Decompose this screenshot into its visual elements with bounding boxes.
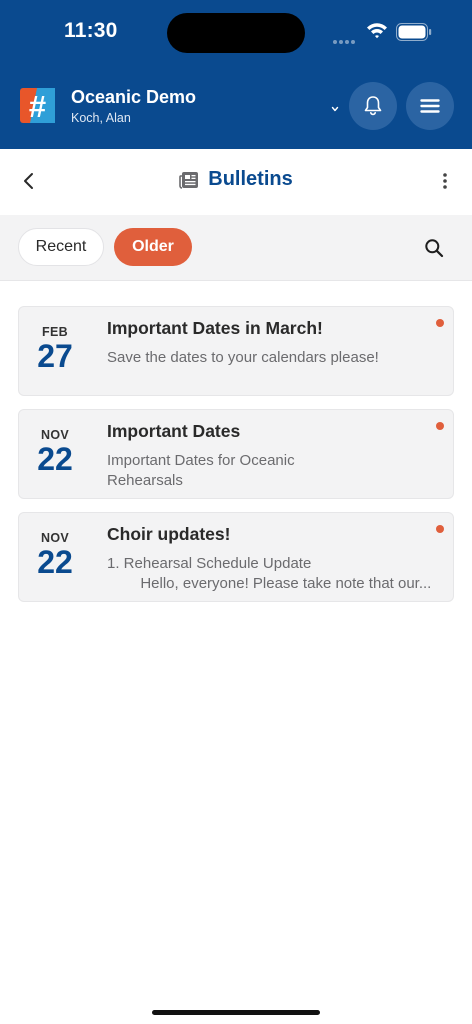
unread-indicator [436,422,444,430]
org-name[interactable]: Oceanic Demo [71,87,196,108]
menu-button[interactable] [406,82,454,130]
bulletin-card[interactable]: FEB 27 Important Dates in March! Save th… [18,306,454,396]
search-icon[interactable] [424,238,444,258]
page-title: Bulletins [208,168,293,190]
date-day: 27 [37,338,73,374]
bulletin-card[interactable]: NOV 22 Important Dates Important Dates f… [18,409,454,499]
bulletin-title: Choir updates! [107,524,231,544]
app-header: 11:30 # Oceanic Demo Koch, Alan [0,0,472,149]
unread-indicator [436,525,444,533]
dynamic-island [167,13,305,53]
newspaper-icon [179,171,199,189]
date-month: NOV [41,531,69,545]
bulletin-title: Important Dates [107,421,241,441]
bulletin-title: Important Dates in March! [107,318,323,338]
wifi-icon [367,23,387,39]
user-name: Koch, Alan [71,111,131,125]
bulletin-summary: Save the dates to your calendars please! [107,349,379,366]
hamburger-menu-icon [420,99,440,113]
tab-recent[interactable]: Recent [18,228,104,266]
filter-bar: Recent Older [0,215,472,281]
chevron-down-icon[interactable] [330,104,340,114]
bulletin-card[interactable]: NOV 22 Choir updates! 1. Rehearsal Sched… [18,512,454,602]
date-day: 22 [37,441,73,477]
page-title-group: Bulletins [0,168,472,191]
date-badge: NOV 22 [19,531,91,578]
date-badge: NOV 22 [19,428,91,475]
hashtag-logo-icon[interactable]: # [20,88,55,123]
notifications-button[interactable] [349,82,397,130]
app-screen: 11:30 # Oceanic Demo Koch, Alan Bulletin… [0,0,472,1024]
svg-text:#: # [29,89,46,123]
battery-icon [396,23,432,41]
tab-older[interactable]: Older [114,228,192,266]
vertical-ellipsis-icon[interactable] [440,172,450,190]
date-month: FEB [42,325,68,339]
bulletin-summary: Important Dates for Oceanic Rehearsals [107,452,295,489]
bulletin-list: FEB 27 Important Dates in March! Save th… [18,306,454,615]
unread-indicator [436,319,444,327]
bell-icon [364,96,382,116]
bulletin-summary: 1. Rehearsal Schedule Update Hello, ever… [107,555,432,592]
date-month: NOV [41,428,69,442]
cellular-signal-icon [333,31,357,49]
date-day: 22 [37,544,73,580]
status-time: 11:30 [64,19,118,42]
date-badge: FEB 27 [19,325,91,372]
title-bar: Bulletins [0,149,472,215]
home-indicator[interactable] [152,1010,320,1015]
